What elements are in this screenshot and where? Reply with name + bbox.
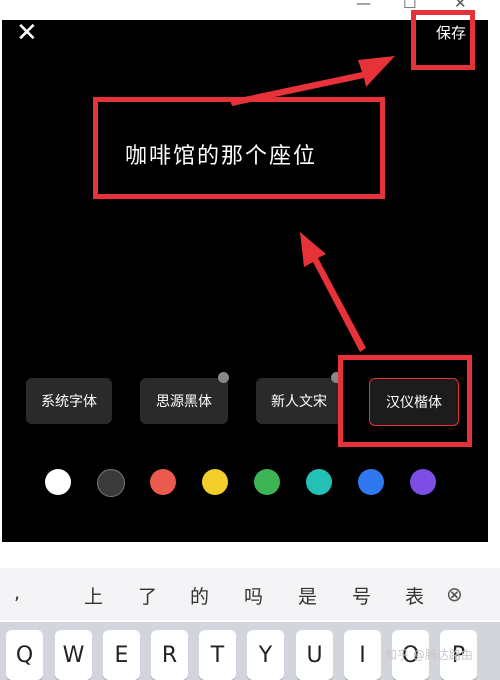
watermark: 知乎 @腾达路由 (385, 648, 473, 662)
font-option-label: 新人文宋 (271, 394, 327, 410)
candidate-comma[interactable]: , (14, 582, 20, 604)
key-r[interactable]: R (151, 630, 188, 680)
key-y[interactable]: Y (247, 630, 284, 680)
color-swatch-purple[interactable] (410, 469, 436, 495)
download-badge-icon (218, 372, 229, 383)
color-swatch-gray[interactable] (97, 469, 125, 497)
color-swatch-red[interactable] (150, 469, 176, 495)
color-swatch-teal[interactable] (306, 469, 332, 495)
key-q[interactable]: Q (6, 630, 43, 680)
candidate-word[interactable]: 号 (352, 582, 371, 609)
color-swatch-yellow[interactable] (202, 469, 228, 495)
key-w[interactable]: W (55, 630, 92, 680)
candidate-word[interactable]: 吗 (244, 582, 263, 609)
delete-icon[interactable]: ⊗ (446, 582, 463, 606)
arrow-to-save-icon (230, 56, 395, 106)
font-option-label: 系统字体 (41, 394, 97, 410)
key-e[interactable]: E (103, 630, 140, 680)
color-swatch-white[interactable] (45, 469, 71, 495)
font-option-label: 思源黑体 (156, 394, 212, 410)
candidate-word[interactable]: 是 (298, 582, 317, 609)
font-option-xinrenwensong[interactable]: 新人文宋 (256, 378, 342, 424)
color-swatch-blue[interactable] (358, 469, 384, 495)
candidate-word[interactable]: 了 (138, 582, 157, 609)
candidate-word[interactable]: 表 (405, 582, 424, 609)
font-option-system[interactable]: 系统字体 (26, 378, 112, 424)
candidate-word[interactable]: 的 (190, 582, 209, 609)
font-option-siyuan[interactable]: 思源黑体 (140, 378, 228, 424)
color-swatch-green[interactable] (254, 469, 280, 495)
arrow-to-text-icon (300, 232, 366, 352)
key-i[interactable]: I (344, 630, 381, 680)
candidate-word[interactable]: 上 (84, 582, 103, 609)
font-highlight-box (338, 355, 472, 447)
key-u[interactable]: U (296, 630, 333, 680)
key-t[interactable]: T (199, 630, 236, 680)
